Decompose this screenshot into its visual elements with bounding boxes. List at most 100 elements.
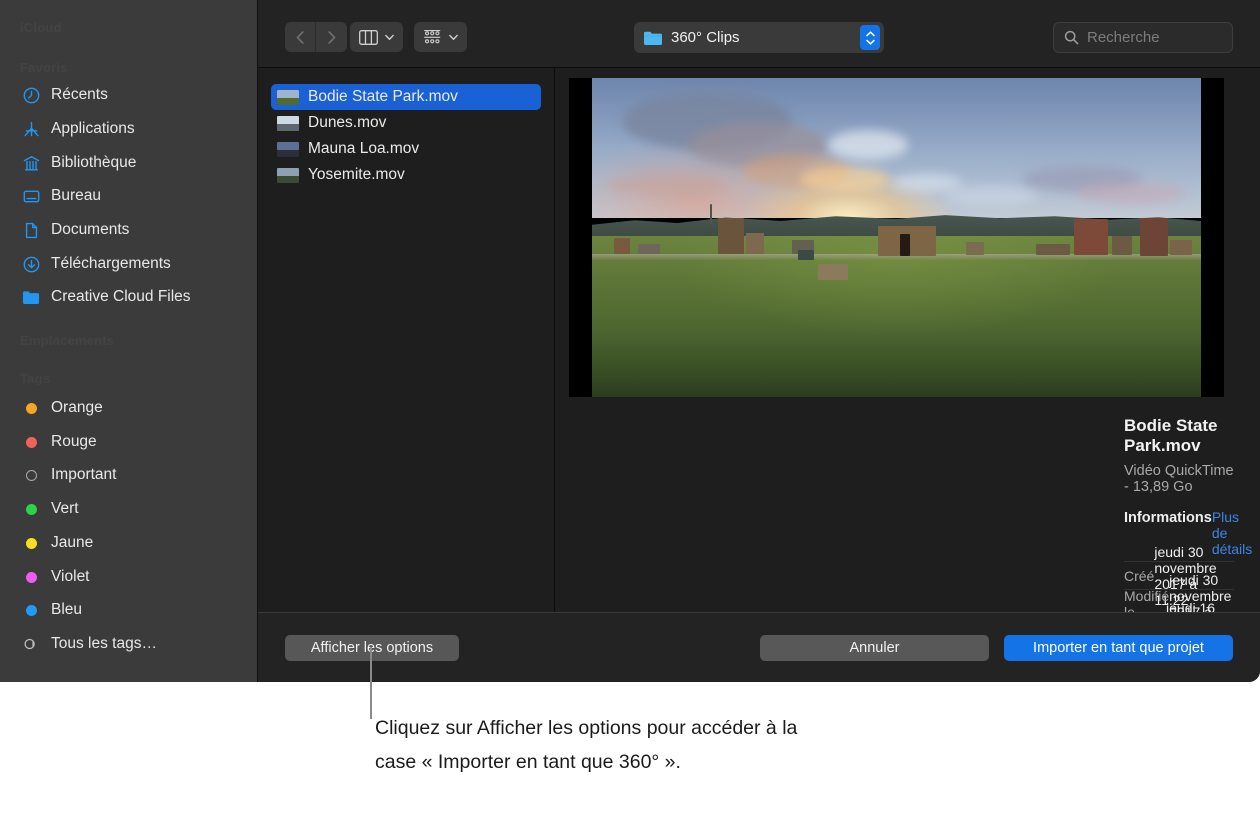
file-list-item[interactable]: Yosemite.mov xyxy=(271,162,541,188)
sidebar-tag-rouge[interactable]: Rouge xyxy=(12,429,248,455)
sidebar-item-label: Téléchargements xyxy=(51,255,171,273)
column-view-icon xyxy=(359,30,378,45)
sidebar-tag-label: Orange xyxy=(51,399,103,417)
cloud xyxy=(606,174,726,196)
sidebar-item-label: Documents xyxy=(51,221,129,239)
building xyxy=(638,244,660,254)
show-options-button[interactable]: Afficher les options xyxy=(285,635,459,661)
file-name-label: Dunes.mov xyxy=(308,114,386,132)
applications-icon xyxy=(22,120,40,138)
sidebar: iCloudFavorisEmplacementsTags RécentsApp… xyxy=(0,0,258,682)
sidebar-item-biblioth-que[interactable]: Bibliothèque xyxy=(12,150,248,176)
sidebar-tag-important[interactable]: Important xyxy=(12,462,248,488)
search-input[interactable]: Recherche xyxy=(1087,29,1160,46)
building xyxy=(1074,219,1108,255)
cloud xyxy=(828,130,908,160)
truck xyxy=(798,250,814,260)
sidebar-item-applications[interactable]: Applications xyxy=(12,116,248,142)
tag-color-dot xyxy=(22,399,40,417)
sidebar-section-header: Emplacements xyxy=(20,333,114,348)
preview-image-frame xyxy=(569,78,1224,397)
building xyxy=(966,242,984,255)
sidebar-tag-violet[interactable]: Violet xyxy=(12,564,248,590)
file-list-item[interactable]: Dunes.mov xyxy=(271,110,541,136)
building xyxy=(1140,218,1168,256)
file-name-label: Mauna Loa.mov xyxy=(308,140,419,158)
screenshot-root: iCloudFavorisEmplacementsTags RécentsApp… xyxy=(0,0,1260,817)
sidebar-item-documents[interactable]: Documents xyxy=(12,217,248,243)
file-info-panel: Bodie State Park.mov Vidéo QuickTime - 1… xyxy=(1124,416,1234,612)
building xyxy=(1036,244,1070,255)
sidebar-tag-jaune[interactable]: Jaune xyxy=(12,530,248,556)
sidebar-tag-bleu[interactable]: Bleu xyxy=(12,597,248,623)
panorama-grass xyxy=(592,236,1201,397)
file-import-dialog: iCloudFavorisEmplacementsTags RécentsApp… xyxy=(0,0,1260,682)
sidebar-item-label: Applications xyxy=(51,120,135,138)
view-mode-button[interactable] xyxy=(350,22,403,52)
sidebar-item-label: Bureau xyxy=(51,187,101,205)
back-button[interactable] xyxy=(285,22,316,52)
file-name-label: Bodie State Park.mov xyxy=(308,88,458,106)
metadata-value: jeudi 16 janvier 2020 à 10:29 xyxy=(1166,600,1234,613)
sidebar-item-creative-cloud-files[interactable]: Creative Cloud Files xyxy=(12,284,248,310)
group-by-button[interactable] xyxy=(414,22,467,52)
metadata-key: Créé xyxy=(1124,568,1154,584)
sidebar-tag-label: Vert xyxy=(51,500,79,518)
info-subtitle: Vidéo QuickTime - 13,89 Go xyxy=(1124,463,1234,495)
sidebar-tag-label: Important xyxy=(51,466,116,484)
search-field[interactable]: Recherche xyxy=(1053,22,1233,53)
chevron-down-icon xyxy=(385,33,394,42)
file-name-label: Yosemite.mov xyxy=(308,166,405,184)
callout-text: Cliquez sur Afficher les options pour ac… xyxy=(375,711,825,779)
sidebar-tag-label: Rouge xyxy=(51,433,97,451)
wagon xyxy=(818,264,848,280)
tag-empty-circle-icon xyxy=(22,466,40,484)
video-thumbnail-icon xyxy=(277,90,299,105)
search-icon xyxy=(1064,30,1079,45)
path-popup-button[interactable]: 360° Clips xyxy=(634,22,884,53)
file-list[interactable]: Bodie State Park.mov Dunes.mov Mauna Loa.m… xyxy=(258,68,555,612)
toolbar: 360° Clips Recherche xyxy=(258,0,1260,68)
all-tags-icon xyxy=(22,635,40,653)
info-section-label: Informations xyxy=(1124,510,1212,526)
chevron-left-icon xyxy=(296,31,304,44)
pole xyxy=(710,204,712,224)
cancel-button[interactable]: Annuler xyxy=(760,635,989,661)
building-door xyxy=(900,234,910,256)
forward-button[interactable] xyxy=(316,22,347,52)
building xyxy=(1170,240,1192,255)
tag-color-dot xyxy=(22,568,40,586)
sidebar-tag-vert[interactable]: Vert xyxy=(12,496,248,522)
sidebar-item-r-cents[interactable]: Récents xyxy=(12,82,248,108)
sidebar-item-label: Récents xyxy=(51,86,108,104)
sidebar-section-header: Favoris xyxy=(20,60,68,75)
document-icon xyxy=(22,221,40,239)
sidebar-tag-orange[interactable]: Orange xyxy=(12,395,248,421)
library-icon xyxy=(22,154,40,172)
sidebar-item-label: Bibliothèque xyxy=(51,154,136,172)
file-list-item[interactable]: Mauna Loa.mov xyxy=(271,136,541,162)
navigation-buttons xyxy=(285,22,347,52)
metadata-key: Modifié le xyxy=(1124,588,1169,613)
sidebar-item-t-l-chargements[interactable]: Téléchargements xyxy=(12,251,248,277)
clock-icon xyxy=(22,86,40,104)
file-rows: Bodie State Park.mov Dunes.mov Mauna Loa.m… xyxy=(258,84,554,188)
group-items-icon xyxy=(423,30,442,45)
folder-icon xyxy=(643,30,663,46)
preview-pane: Bodie State Park.mov Vidéo QuickTime - 1… xyxy=(555,68,1260,612)
path-stepper[interactable] xyxy=(860,25,880,50)
chevron-down-icon xyxy=(449,33,458,42)
import-as-project-button[interactable]: Importer en tant que projet xyxy=(1004,635,1233,661)
tag-color-dot xyxy=(22,601,40,619)
building xyxy=(718,218,744,254)
metadata-rows: Crééjeudi 30 novembre 2017 à 11:22Modifi… xyxy=(1124,561,1234,612)
desktop-icon xyxy=(22,187,40,205)
file-list-item[interactable]: Bodie State Park.mov xyxy=(271,84,541,110)
video-thumbnail-icon xyxy=(277,142,299,157)
sidebar-tag-tous-les-tags[interactable]: Tous les tags… xyxy=(12,631,248,657)
dialog-button-bar: Afficher les options Annuler Importer en… xyxy=(258,612,1260,682)
panorama-360-preview xyxy=(592,78,1201,397)
downloads-icon xyxy=(22,255,40,273)
folder-icon xyxy=(22,288,40,306)
sidebar-item-bureau[interactable]: Bureau xyxy=(12,183,248,209)
